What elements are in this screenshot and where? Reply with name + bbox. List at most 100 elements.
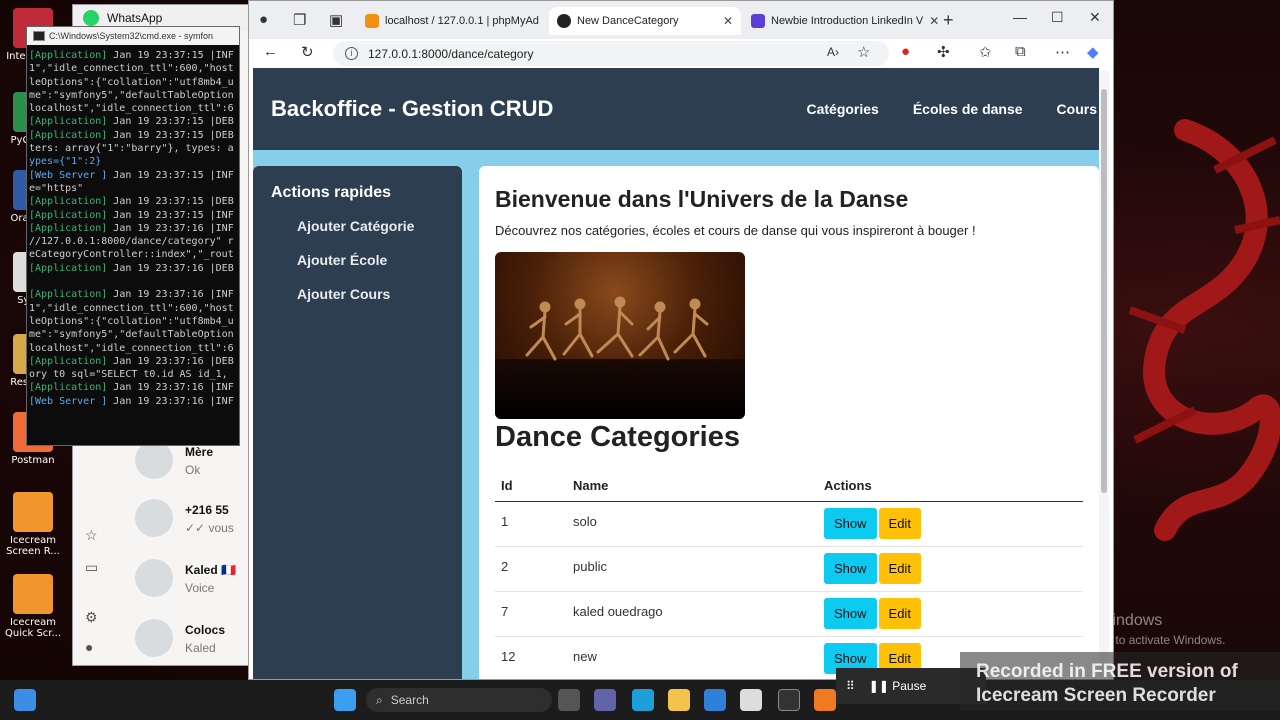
top-navbar: Backoffice - Gestion CRUD Catégories Éco… — [253, 68, 1099, 150]
tab-new-dancecategory[interactable]: New DanceCategory ✕ — [549, 7, 741, 35]
log-tag: [Application] — [29, 382, 108, 394]
opera-extension-icon[interactable]: ● — [901, 43, 910, 60]
workspaces-icon[interactable]: ❐ — [293, 11, 306, 29]
favorites-icon[interactable]: ✩ — [979, 43, 992, 61]
read-aloud-icon[interactable]: A› — [827, 45, 839, 59]
categories-table: Id Name Actions 1 solo Show Edit 2 public Show… — [495, 470, 1083, 679]
chat-name: Kaled 🇫🇷 — [185, 563, 236, 577]
table-row: 7 kaled ouedrago Show Edit — [495, 591, 1083, 637]
nav-courses[interactable]: Cours — [1057, 101, 1097, 117]
log-text: Jan 19 23:37:16 |DEB — [107, 262, 234, 274]
edit-button[interactable]: Edit — [878, 508, 921, 539]
log-line: e="https" — [29, 182, 239, 195]
taskbar-search[interactable]: ⌕ Search — [366, 688, 552, 712]
xampp-icon[interactable] — [814, 689, 836, 711]
widgets-icon[interactable] — [14, 689, 36, 711]
store-icon[interactable] — [704, 689, 726, 711]
tab-actions-icon[interactable]: ▣ — [329, 11, 343, 29]
edge-icon[interactable] — [632, 689, 654, 711]
scrollbar-thumb[interactable] — [1101, 89, 1107, 493]
table-row: 1 solo Show Edit — [495, 501, 1083, 547]
categories-title: Dance Categories — [495, 421, 740, 453]
more-menu-icon[interactable]: ⋯ — [1055, 43, 1070, 61]
minimize-button[interactable]: — — [1013, 9, 1027, 25]
dancers-hero-image — [495, 252, 745, 419]
log-text: //127.0.0.1:8000/dance/category" r — [29, 236, 234, 248]
site-info-icon[interactable]: i — [345, 47, 358, 60]
cmd-titlebar[interactable]: C:\Windows\System32\cmd.exe - symfon — [27, 27, 239, 45]
desktop-shortcut[interactable]: Icecream Quick Scr... — [2, 574, 64, 639]
col-header-name: Name — [567, 470, 818, 502]
log-line: me":"symfony5","defaultTableOption — [29, 89, 239, 102]
tab-close-icon[interactable]: ✕ — [929, 14, 939, 28]
file-explorer-icon[interactable] — [668, 689, 690, 711]
profile-icon[interactable]: ● — [259, 11, 268, 28]
extensions-icon[interactable]: ✣ — [937, 43, 950, 61]
log-text: Jan 19 23:37:15 |DEB — [107, 116, 234, 128]
archive-icon[interactable]: ▭ — [85, 559, 98, 576]
address-bar[interactable]: i 127.0.0.1:8000/dance/category — [333, 41, 889, 66]
copilot-icon[interactable]: ◆ — [1087, 43, 1099, 61]
phpmyadmin-favicon — [365, 14, 379, 28]
log-tag: [Application] — [29, 196, 108, 208]
search-placeholder: Search — [390, 693, 429, 707]
browser-window[interactable]: ● ❐ ▣ localhost / 127.0.0.1 | phpMyAd Ne… — [248, 0, 1114, 680]
tab-phpmyadmin[interactable]: localhost / 127.0.0.1 | phpMyAd — [357, 7, 547, 35]
whatsapp-title: WhatsApp — [107, 11, 163, 25]
log-tag: [Application] — [29, 129, 108, 141]
add-course-link[interactable]: Ajouter Cours — [297, 286, 462, 302]
log-text: 1","idle_connection_ttl":600,"host — [29, 63, 234, 75]
chatgpt-icon[interactable] — [740, 689, 762, 711]
tab-linkedin-video[interactable]: Newbie Introduction LinkedIn V ✕ — [743, 7, 939, 35]
favorite-star-icon[interactable]: ☆ — [857, 43, 870, 61]
reload-icon[interactable]: ↻ — [301, 43, 314, 61]
log-line: [Web Server ] Jan 19 23:37:16 |INF — [29, 395, 239, 408]
pause-button[interactable]: ❚❚ Pause — [869, 679, 926, 693]
start-windows-icon[interactable] — [334, 689, 356, 711]
show-button[interactable]: Show — [824, 508, 877, 539]
show-button[interactable]: Show — [824, 553, 877, 584]
teams-icon[interactable] — [594, 689, 616, 711]
add-school-link[interactable]: Ajouter École — [297, 252, 462, 268]
maximize-button[interactable]: ☐ — [1051, 9, 1064, 26]
add-category-link[interactable]: Ajouter Catégorie — [297, 218, 462, 234]
log-text: ory t0 sql="SELECT t0.id AS id_1, — [29, 369, 228, 381]
collections-icon[interactable]: ⧉ — [1015, 43, 1026, 60]
task-view-icon[interactable] — [558, 689, 580, 711]
log-tag: [Application] — [29, 355, 108, 367]
site-brand[interactable]: Backoffice - Gestion CRUD — [271, 96, 553, 122]
edit-button[interactable]: Edit — [878, 553, 921, 584]
main-nav: Catégories Écoles de danse Cours — [806, 68, 1099, 150]
cell-name: solo — [567, 501, 818, 547]
desktop-shortcut[interactable]: Icecream Screen R... — [2, 492, 64, 557]
settings-gear-icon[interactable]: ⚙ — [85, 609, 98, 626]
show-button[interactable]: Show — [824, 598, 877, 629]
page-scrollbar[interactable] — [1099, 71, 1109, 677]
new-tab-icon[interactable]: + — [943, 10, 954, 31]
log-line: me":"symfony5","defaultTableOption — [29, 328, 239, 341]
log-line: localhost","idle_connection_ttl":6 — [29, 342, 239, 355]
log-line: [Application] Jan 19 23:37:15 |DEB — [29, 115, 239, 128]
watermark-line2: Icecream Screen Recorder — [976, 685, 1216, 706]
star-icon[interactable]: ☆ — [85, 527, 98, 544]
log-line: localhost","idle_connection_ttl":6 — [29, 102, 239, 115]
log-line: [Web Server ] Jan 19 23:37:15 |INF — [29, 169, 239, 182]
nav-dance-schools[interactable]: Écoles de danse — [913, 101, 1023, 117]
contact-avatar — [135, 559, 173, 597]
tab-close-icon[interactable]: ✕ — [723, 14, 733, 28]
nav-categories[interactable]: Catégories — [806, 101, 878, 117]
drag-handle-icon[interactable]: ⠿ — [846, 679, 855, 693]
log-line: ory t0 sql="SELECT t0.id AS id_1, — [29, 368, 239, 381]
log-line: leOptions":{"collation":"utf8mb4_u — [29, 76, 239, 89]
chat-preview: ✓✓ vous — [185, 521, 234, 535]
log-line: 1","idle_connection_ttl":600,"host — [29, 62, 239, 75]
contact-avatar — [135, 619, 173, 657]
search-icon: ⌕ — [376, 692, 383, 707]
profile-avatar-icon[interactable]: ● — [85, 639, 93, 655]
tab-label: localhost / 127.0.0.1 | phpMyAd — [385, 15, 539, 27]
back-arrow-icon[interactable]: ← — [263, 43, 278, 60]
close-window-button[interactable]: ✕ — [1089, 9, 1101, 26]
cmd-window[interactable]: C:\Windows\System32\cmd.exe - symfon [Ap… — [26, 26, 240, 446]
terminal-icon[interactable] — [778, 689, 800, 711]
edit-button[interactable]: Edit — [878, 598, 921, 629]
